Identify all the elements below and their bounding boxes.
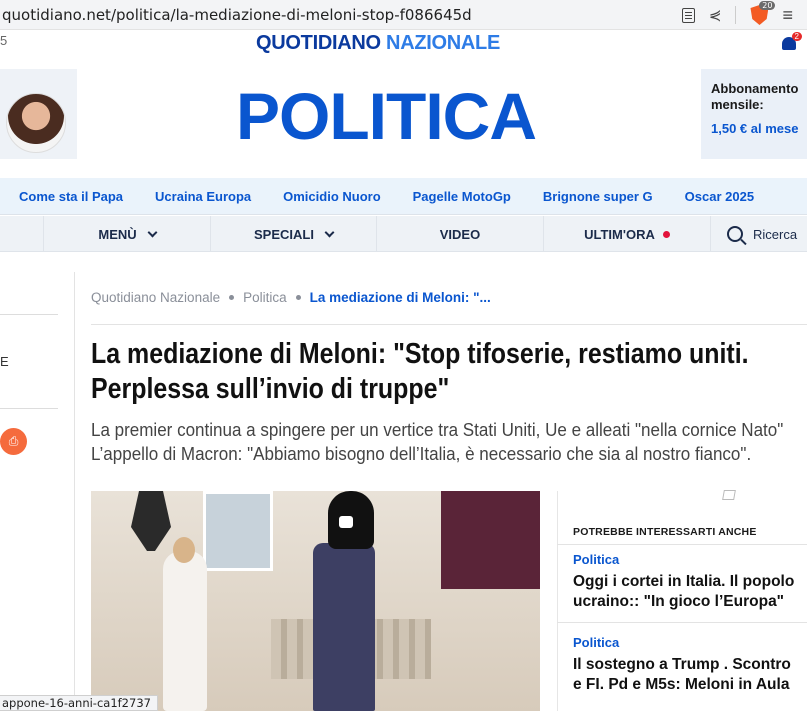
divider bbox=[0, 408, 58, 409]
notifications-bell-icon[interactable]: 2 bbox=[780, 32, 802, 54]
browser-toolbar-icons: ⋞ 20 ≡ bbox=[681, 0, 807, 30]
notification-count: 2 bbox=[791, 32, 802, 41]
article-headline: La mediazione di Meloni: "Stop tifoserie… bbox=[91, 338, 749, 405]
subscription-label-2: mensile: bbox=[711, 97, 764, 112]
brave-shields-icon[interactable]: 20 bbox=[750, 1, 776, 25]
trending-link[interactable]: Brignone super G bbox=[543, 189, 653, 204]
nav-menu-button[interactable]: MENÙ bbox=[43, 216, 210, 252]
related-category[interactable]: Politica bbox=[573, 635, 619, 650]
left-rail-text[interactable]: E bbox=[0, 354, 9, 369]
share-icon[interactable]: ⋞ bbox=[709, 6, 722, 24]
brave-shields-count: 20 bbox=[759, 1, 776, 10]
article-photo[interactable] bbox=[91, 491, 540, 711]
breadcrumb-current: La mediazione di Meloni: "... bbox=[309, 290, 491, 305]
link-preview-statusbar: appone-16-anni-ca1f2737 bbox=[0, 695, 158, 711]
main-navigation: MENÙ SPECIALI VIDEO ULTIM'ORA Ricerca bbox=[0, 216, 807, 252]
breadcrumb-separator bbox=[295, 295, 301, 300]
nav-speciali-button[interactable]: SPECIALI bbox=[210, 216, 376, 252]
column-divider bbox=[74, 272, 75, 711]
browser-menu-icon[interactable]: ≡ bbox=[782, 5, 793, 26]
author-avatar[interactable] bbox=[6, 93, 66, 153]
site-logo[interactable]: QUOTIDIANO NAZIONALE bbox=[256, 32, 500, 55]
nav-ultimora-link[interactable]: ULTIM'ORA bbox=[543, 216, 710, 252]
related-article-title[interactable]: Il sostegno a Trump . Scontro e FI. Pd e… bbox=[573, 655, 807, 695]
live-dot-icon bbox=[662, 230, 670, 238]
section-title[interactable]: POLITICA bbox=[236, 78, 537, 154]
url-text[interactable]: quotidiano.net/politica/la-mediazione-di… bbox=[0, 6, 472, 24]
related-category[interactable]: Politica bbox=[573, 552, 619, 567]
chevron-down-icon bbox=[147, 227, 158, 237]
divider bbox=[557, 544, 807, 545]
divider bbox=[557, 622, 807, 623]
site-top-strip: 5 QUOTIDIANO NAZIONALE 2 bbox=[0, 30, 807, 60]
column-divider bbox=[557, 491, 558, 711]
related-article-title[interactable]: Oggi i cortei in Italia. Il popolo ucrai… bbox=[573, 572, 807, 612]
breadcrumb-section[interactable]: Politica bbox=[243, 290, 287, 305]
divider bbox=[91, 324, 807, 325]
subscription-box[interactable]: Abbonamento mensile: 1,50 € al mese bbox=[701, 69, 807, 159]
trending-link[interactable]: Pagelle MotoGp bbox=[413, 189, 511, 204]
browser-address-bar[interactable]: quotidiano.net/politica/la-mediazione-di… bbox=[0, 0, 807, 30]
trending-link[interactable]: Oscar 2025 bbox=[685, 189, 754, 204]
toolbar-divider bbox=[735, 6, 737, 24]
section-header: POLITICA Abbonamento mensile: 1,50 € al … bbox=[0, 60, 807, 170]
nav-video-link[interactable]: VIDEO bbox=[376, 216, 543, 252]
chevron-down-icon bbox=[324, 227, 335, 237]
trending-topics-bar: Come sta il Papa Ucraina Europa Omicidio… bbox=[0, 178, 807, 215]
left-rail-action-icon[interactable]: ⎙ bbox=[0, 428, 27, 455]
divider bbox=[0, 314, 58, 315]
breadcrumb-separator bbox=[229, 295, 235, 300]
related-section-title: POTREBBE INTERESSARTI ANCHE bbox=[573, 526, 757, 538]
article-subheadline: La premier continua a spingere per un ve… bbox=[91, 419, 784, 464]
trending-link[interactable]: Come sta il Papa bbox=[19, 189, 123, 204]
reader-mode-icon[interactable] bbox=[681, 7, 695, 23]
subscription-label-1: Abbonamento bbox=[711, 81, 799, 96]
breadcrumb: Quotidiano Nazionale Politica La mediazi… bbox=[91, 290, 491, 305]
trending-link[interactable]: Ucraina Europa bbox=[155, 189, 251, 204]
cropped-text: 5 bbox=[0, 33, 8, 48]
ad-placeholder-icon bbox=[722, 490, 736, 500]
search-icon bbox=[727, 226, 743, 242]
search-button[interactable]: Ricerca bbox=[710, 216, 807, 252]
breadcrumb-home[interactable]: Quotidiano Nazionale bbox=[91, 290, 220, 305]
trending-link[interactable]: Omicidio Nuoro bbox=[283, 189, 381, 204]
author-box[interactable] bbox=[0, 69, 77, 159]
subscription-price[interactable]: 1,50 € al mese bbox=[711, 121, 807, 136]
